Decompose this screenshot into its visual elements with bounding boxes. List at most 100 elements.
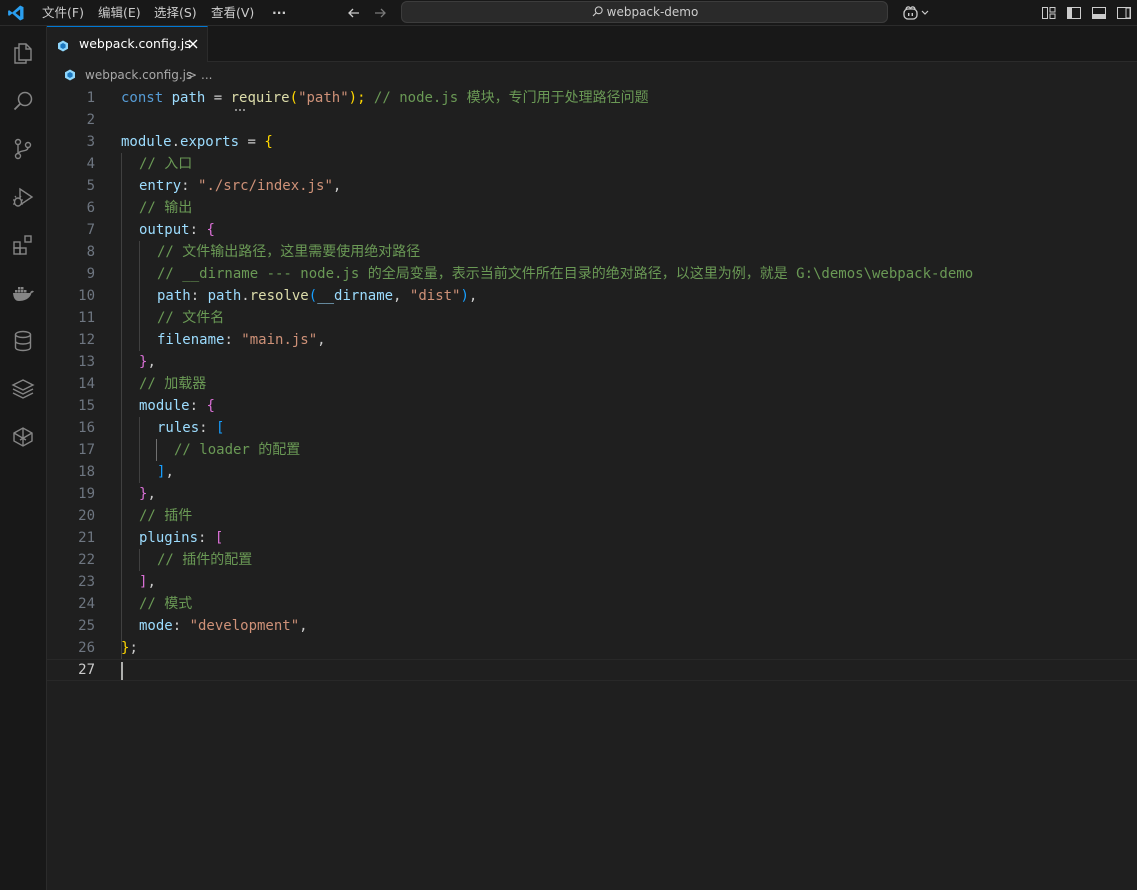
close-icon[interactable] [187,38,199,50]
activity-bar [0,26,47,890]
line-number: 9 [86,266,95,282]
code-line: 26 }; [47,637,1137,659]
forward-arrow-icon[interactable] [372,5,388,21]
line-number: 20 [78,508,95,524]
line-number: 17 [78,442,95,458]
vscode-logo-icon [8,5,24,21]
menu-selection[interactable]: 选择(S) [154,4,197,22]
toggle-panel-icon[interactable] [1091,5,1107,21]
line-code: // 插件 [139,508,193,524]
code-line: 15 module: { [47,395,1137,417]
line-code: // 加载器 [139,376,207,392]
code-line: 7 output: { [47,219,1137,241]
code-line: 11 // 文件名 [47,307,1137,329]
line-code: const path = require("path"); // node.js… [121,90,649,106]
line-code: // 文件名 [157,310,225,326]
line-code: // 入口 [139,156,193,172]
extensions-icon[interactable] [11,233,35,257]
line-number: 18 [78,464,95,480]
docker-icon[interactable] [11,281,35,305]
line-code: // 输出 [139,200,193,216]
webpack-file-icon [65,69,75,81]
line-code: module.exports = { [121,134,273,150]
code-line: 2 [47,109,1137,131]
remote-icon[interactable] [11,425,35,449]
code-line-current: 27 [47,659,1137,681]
code-line: 24 // 模式 [47,593,1137,615]
breadcrumb-separator: > [187,68,198,82]
code-line: 13 }, [47,351,1137,373]
back-arrow-icon[interactable] [346,5,362,21]
line-number: 12 [78,332,95,348]
code-line: 18 ], [47,461,1137,483]
line-number: 13 [78,354,95,370]
line-number: 14 [78,376,95,392]
code-editor[interactable]: 1 const path = require("path"); // node.… [47,87,1137,890]
copilot-icon[interactable] [902,5,932,21]
code-line: 12 filename: "main.js", [47,329,1137,351]
toggle-sidebar-icon[interactable] [1066,5,1082,21]
run-debug-icon[interactable] [11,185,35,209]
database-icon[interactable] [11,329,35,353]
toggle-secondary-sidebar-icon[interactable] [1116,5,1132,21]
code-line: 10 path: path.resolve(__dirname, "dist")… [47,285,1137,307]
line-code: }, [139,486,156,502]
line-number: 10 [78,288,95,304]
line-code: // 插件的配置 [157,552,253,568]
explorer-icon[interactable] [11,41,35,65]
code-line: 19 }, [47,483,1137,505]
line-code: // __dirname --- node.js 的全局变量，表示当前文件所在目… [157,266,974,282]
line-number: 22 [78,552,95,568]
search-icon [592,6,603,17]
code-line: 23 ], [47,571,1137,593]
line-number: 3 [86,134,95,150]
line-code: path: path.resolve(__dirname, "dist"), [157,288,478,304]
menu-file[interactable]: 文件(F) [42,4,84,22]
code-line: 4 // 入口 [47,153,1137,175]
code-line: 17 // loader 的配置 [47,439,1137,461]
code-line: 14 // 加载器 [47,373,1137,395]
search-text: webpack-demo [606,5,699,19]
menu-view[interactable]: 查看(V) [211,4,254,22]
source-control-icon[interactable] [11,137,35,161]
breadcrumb-file[interactable]: webpack.config.js [85,64,192,86]
tab-label: webpack.config.js [79,36,191,51]
line-number: 6 [86,200,95,216]
line-code: }, [139,354,156,370]
line-number: 7 [86,222,95,238]
line-number: 2 [86,112,95,128]
code-line: 16 rules: [ [47,417,1137,439]
code-line: 1 const path = require("path"); // node.… [47,87,1137,111]
code-line: 22 // 插件的配置 [47,549,1137,571]
tab-bar: webpack.config.js [47,26,1137,62]
line-code: rules: [ [157,420,225,436]
line-number: 25 [78,618,95,634]
line-code: // loader 的配置 [174,442,301,458]
line-number: 1 [86,90,95,106]
code-line: 20 // 插件 [47,505,1137,527]
line-code: plugins: [ [139,530,224,546]
customize-layout-icon[interactable] [1041,5,1057,21]
breadcrumb-symbols[interactable]: ... [201,64,212,86]
line-number: 4 [86,156,95,172]
code-line: 8 // 文件输出路径，这里需要使用绝对路径 [47,241,1137,263]
line-number: 23 [78,574,95,590]
search-icon[interactable] [11,89,35,113]
line-number: 19 [78,486,95,502]
menu-edit[interactable]: 编辑(E) [98,4,141,22]
line-number: 27 [78,662,95,678]
line-number: 16 [78,420,95,436]
line-code: ], [157,464,174,480]
menu-more[interactable]: ··· [272,4,286,22]
code-line: 21 plugins: [ [47,527,1137,549]
layers-icon[interactable] [11,377,35,401]
code-line: 6 // 输出 [47,197,1137,219]
command-center-search[interactable]: webpack-demo [401,1,888,23]
line-number: 15 [78,398,95,414]
webpack-file-icon [58,40,68,52]
line-code: module: { [139,398,215,414]
tab-webpack-config[interactable]: webpack.config.js [47,26,208,62]
code-line: 3 module.exports = { [47,131,1137,153]
line-number: 8 [86,244,95,260]
line-code: ], [139,574,156,590]
